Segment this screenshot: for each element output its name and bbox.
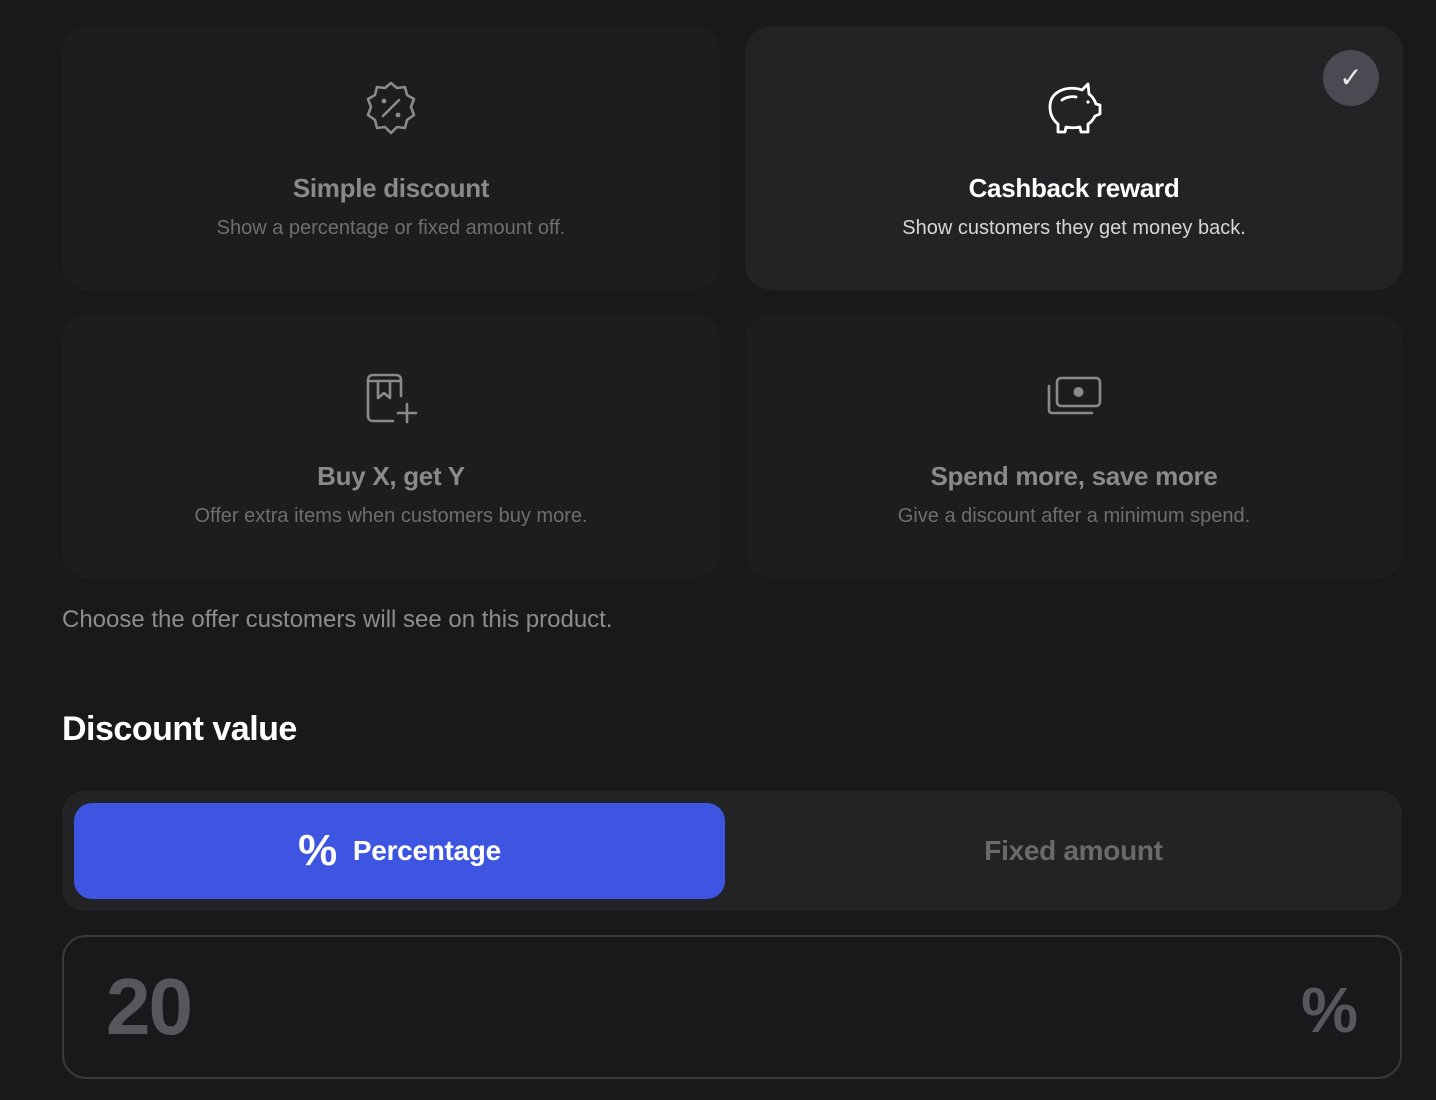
offer-card-description: Give a discount after a minimum spend. — [897, 505, 1251, 527]
check-icon: ✓ — [1339, 62, 1363, 93]
offer-card-title: Buy X, get Y — [317, 461, 465, 491]
offer-card-description: Show customers they get money back. — [902, 217, 1246, 239]
percentage-option-label: Percentage — [352, 835, 501, 866]
fixed-amount-option-label: Fixed amount — [984, 835, 1163, 866]
offer-card-buy-x-get-y[interactable]: Buy X, get Y Offer extra items when cust… — [62, 314, 720, 578]
discount-unit-suffix: % — [1301, 974, 1358, 1046]
offer-settings-page: Simple discount Show a percentage or fix… — [0, 0, 1436, 1100]
discount-type-toggle: % Percentage Fixed amount — [62, 791, 1402, 911]
percent-icon: % — [298, 826, 337, 875]
offer-helper-text: Choose the offer customers will see on t… — [62, 606, 613, 633]
selected-check-badge: ✓ — [1323, 50, 1379, 106]
percent-badge-icon — [361, 78, 421, 138]
banknotes-icon — [1044, 366, 1104, 426]
fixed-amount-option-button[interactable]: Fixed amount — [748, 803, 1399, 899]
offer-card-description: Show a percentage or fixed amount off. — [216, 217, 566, 239]
discount-value-input[interactable] — [106, 959, 1106, 1055]
percentage-option-button[interactable]: % Percentage — [74, 803, 725, 899]
discount-value-field: % — [62, 935, 1402, 1079]
offer-card-title: Spend more, save more — [930, 461, 1218, 491]
offer-card-description: Offer extra items when customers buy mor… — [194, 505, 588, 527]
offer-card-title: Simple discount — [292, 173, 490, 203]
offer-card-title: Cashback reward — [968, 173, 1180, 203]
discount-value-heading: Discount value — [62, 710, 297, 748]
offer-card-simple-discount[interactable]: Simple discount Show a percentage or fix… — [62, 26, 720, 290]
bookmark-plus-icon — [361, 368, 421, 428]
offer-card-spend-more-save-more[interactable]: Spend more, save more Give a discount af… — [745, 314, 1403, 578]
piggy-bank-icon — [1044, 78, 1104, 138]
offer-card-cashback-reward[interactable]: ✓ Cashback reward Show customers they ge… — [745, 26, 1403, 290]
